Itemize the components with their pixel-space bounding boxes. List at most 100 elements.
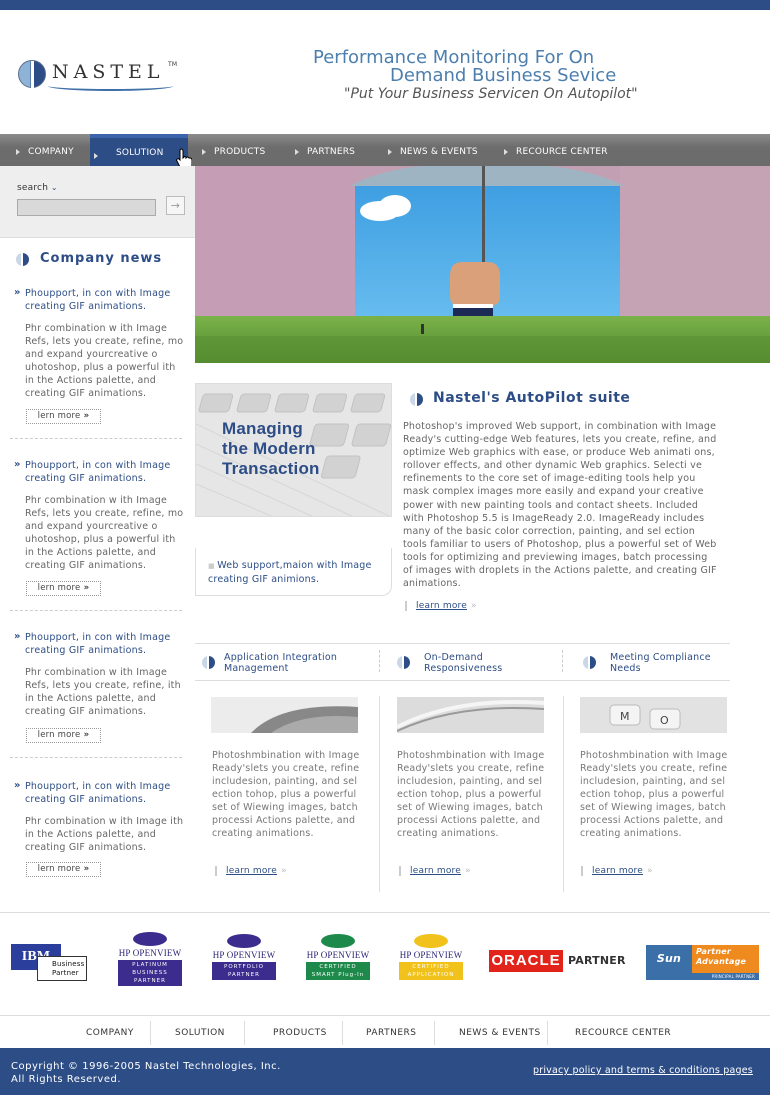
search-go-button[interactable]: → <box>166 196 185 215</box>
footer-nav-solution[interactable]: SOLUTION <box>175 1028 225 1038</box>
oracle-partner-sub: PARTNER <box>568 954 626 967</box>
nav-item-recource-center[interactable]: RECOURCE CENTER <box>500 134 608 166</box>
feature-image-title: Managing the Modern Transaction <box>222 419 382 479</box>
callout-link[interactable]: Web support,maion with Image creating GI… <box>208 559 383 586</box>
column-body: Photoshmbination with Image Ready'slets … <box>580 750 728 839</box>
news-headline[interactable]: Phoupport, in con with Image creating GI… <box>14 630 184 657</box>
sun-partner-advantage-logo[interactable]: Sun Partner Advantage PRINCIPAL PARTNER <box>646 945 759 980</box>
footer-nav-separator <box>547 1021 548 1045</box>
copyright-line1: Copyright © 1996-2005 Nastel Technologie… <box>11 1061 281 1072</box>
column-title-on-demand[interactable]: On-Demand Responsiveness <box>424 652 502 674</box>
column-image-hand <box>211 697 358 733</box>
news-learn-more-button[interactable]: lern more <box>26 581 101 596</box>
footer-nav: COMPANY SOLUTION PRODUCTS PARTNERS NEWS … <box>0 1018 770 1048</box>
footer-nav-separator <box>150 1021 151 1045</box>
column-image-cable <box>397 697 544 733</box>
news-divider <box>10 757 182 758</box>
nav-item-news-events[interactable]: NEWS & EVENTS <box>384 134 478 166</box>
tagline-line2: Demand Business Sevice <box>390 65 617 86</box>
column-title-line: Responsiveness <box>424 663 503 674</box>
nav-item-solution[interactable]: SOLUTION <box>90 134 188 166</box>
copyright-line2: All Rights Reserved. <box>11 1074 122 1085</box>
ibm-partner-sub: Business Partner <box>37 956 87 981</box>
column-title-compliance[interactable]: Meeting Compliance Needs <box>610 652 711 674</box>
search-label[interactable]: search <box>17 183 58 193</box>
hp-openview-certified-application-logo[interactable]: HP OPENVIEW CERTIFIED APPLICATION <box>399 934 463 986</box>
feature-callout: Web support,maion with Image creating GI… <box>195 548 392 596</box>
nav-item-products[interactable]: PRODUCTS <box>198 134 265 166</box>
hp-partner-sub: CERTIFIED SMART Plug-In <box>306 962 370 980</box>
column-learn-more-link[interactable]: learn more <box>215 866 287 876</box>
footer-nav-products[interactable]: PRODUCTS <box>273 1028 327 1038</box>
news-learn-more-button[interactable]: lern more <box>26 728 101 743</box>
nastel-logo[interactable]: NASTEL TM <box>18 58 178 94</box>
ibm-partner-logo[interactable]: IBM Business Partner <box>11 944 88 982</box>
footer-nav-company[interactable]: COMPANY <box>86 1028 134 1038</box>
column-learn-more-link[interactable]: learn more <box>581 866 653 876</box>
company-news-title: Company news <box>40 251 163 266</box>
column-learn-more-link[interactable]: learn more <box>399 866 471 876</box>
feature-title-line: the Modern <box>222 439 316 458</box>
column-vertical-line <box>563 696 564 892</box>
hp-openview-text: HP OPENVIEW <box>399 950 463 960</box>
news-item: Phoupport, in con with Image creating GI… <box>14 286 184 400</box>
news-learn-more-button[interactable]: lern more <box>26 409 101 424</box>
hp-openview-portfolio-logo[interactable]: HP OPENVIEW PORTFOLIO PARTNER <box>212 934 276 986</box>
news-item: Phoupport, in con with Image creating GI… <box>14 630 184 718</box>
news-headline[interactable]: Phoupport, in con with Image creating GI… <box>14 458 184 485</box>
svg-text:O: O <box>660 714 669 727</box>
column-separator <box>562 650 563 672</box>
column-title-application-integration[interactable]: Application Integration Management <box>224 652 337 674</box>
hp-openview-text: HP OPENVIEW <box>306 950 370 960</box>
nav-item-partners[interactable]: PARTNERS <box>291 134 355 166</box>
column-vertical-line <box>379 696 380 892</box>
news-learn-more-button[interactable]: lern more <box>26 862 101 877</box>
nav-label: RECOURCE CENTER <box>516 147 608 157</box>
footer-nav-recource-center[interactable]: RECOURCE CENTER <box>575 1028 671 1038</box>
tagline-quote: "Put Your Business Servicen On Autopilot… <box>344 86 638 102</box>
nastel-bullet-icon <box>16 253 29 266</box>
column-body: Photoshmbination with Image Ready'slets … <box>212 750 360 839</box>
column-separator <box>379 650 380 672</box>
suite-learn-more-link[interactable]: learn more <box>405 601 477 611</box>
privacy-policy-link[interactable]: privacy policy and terms & conditions pa… <box>533 1065 753 1076</box>
news-item: Phoupport, in con with Image creating GI… <box>14 779 184 854</box>
hp-openview-text: HP OPENVIEW <box>212 950 276 960</box>
nav-label: PARTNERS <box>307 147 356 157</box>
news-body: Phr combination w ith Image Refs, lets y… <box>25 495 184 571</box>
news-divider <box>10 438 182 439</box>
footer-nav-news-events[interactable]: NEWS & EVENTS <box>459 1028 541 1038</box>
nav-label: NEWS & EVENTS <box>400 147 478 157</box>
nav-label: COMPANY <box>28 147 74 157</box>
nastel-bullet-icon <box>202 656 215 669</box>
hp-openview-certified-smart-plugin-logo[interactable]: HP OPENVIEW CERTIFIED SMART Plug-In <box>306 934 370 986</box>
nastel-bullet-icon <box>410 393 423 406</box>
main-nav: COMPANY SOLUTION PRODUCTS PARTNERS NEWS … <box>0 134 770 166</box>
nastel-logo-mark-icon <box>18 60 46 89</box>
column-title-line: Meeting Compliance <box>610 652 711 663</box>
search-input[interactable] <box>17 199 156 216</box>
news-item: Phoupport, in con with Image creating GI… <box>14 458 184 572</box>
news-headline[interactable]: Phoupport, in con with Image creating GI… <box>14 286 184 313</box>
suite-title: Nastel's AutoPilot suite <box>433 390 631 406</box>
footer-nav-separator <box>434 1021 435 1045</box>
logo-swoosh-icon <box>48 81 173 91</box>
hero-banner-image <box>195 166 770 363</box>
nav-item-company[interactable]: COMPANY <box>12 134 74 166</box>
news-body: Phr combination w ith Image Refs, lets y… <box>25 667 181 717</box>
suite-body: Photoshop's improved Web support, in com… <box>403 421 717 590</box>
news-headline[interactable]: Phoupport, in con with Image creating GI… <box>14 779 184 806</box>
column-title-line: On-Demand <box>424 652 484 663</box>
oracle-partner-logo[interactable]: ORACLE PARTNER <box>489 950 625 974</box>
column-title-line: Management <box>224 663 289 674</box>
hp-swirl-icon <box>321 934 355 948</box>
oracle-logo-text: ORACLE <box>489 950 563 972</box>
hp-partner-sub: PORTFOLIO PARTNER <box>212 962 276 980</box>
hp-openview-platinum-logo[interactable]: HP OPENVIEW PLATINUM BUSINESS PARTNER <box>118 932 182 994</box>
svg-text:M: M <box>620 710 630 723</box>
column-image-keys: MO <box>580 697 727 733</box>
logo-text: NASTEL <box>52 61 165 83</box>
footer-nav-partners[interactable]: PARTNERS <box>366 1028 417 1038</box>
news-divider <box>10 610 182 611</box>
arrow-right-icon: → <box>170 199 181 212</box>
